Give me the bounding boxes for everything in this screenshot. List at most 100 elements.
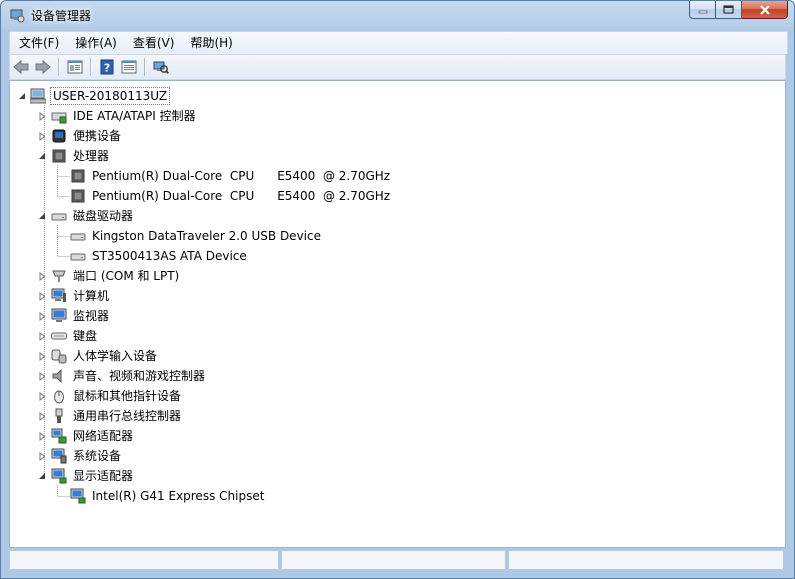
device-disk-2[interactable]: ST3500413AS ATA Device [70, 247, 249, 265]
category-portable-devices[interactable]: 便携设备 [51, 127, 123, 145]
help-icon: ? [100, 59, 114, 75]
category-mice[interactable]: 鼠标和其他指针设备 [51, 387, 183, 405]
toolbar-separator [90, 58, 92, 76]
device-disk-1[interactable]: Kingston DataTraveler 2.0 USB Device [70, 227, 323, 245]
port-icon [52, 270, 66, 282]
maximize-button[interactable] [716, 1, 742, 19]
device-tree[interactable]: USER-20180113UZ IDE ATA/ATAPI 控制器 便携设备 处… [9, 80, 786, 548]
tree-root[interactable]: USER-20180113UZ [30, 87, 171, 105]
menu-bar: 文件(F) 操作(A) 查看(V) 帮助(H) [9, 31, 788, 54]
category-disk-drives[interactable]: 磁盘驱动器 [51, 207, 135, 225]
back-button[interactable] [10, 56, 32, 78]
processor-icon [52, 149, 66, 163]
expand-arrow-icon[interactable] [38, 112, 47, 121]
category-label: 声音、视频和游戏控制器 [73, 369, 206, 383]
status-pane [508, 550, 784, 570]
device-processor-1[interactable]: Pentium(R) Dual-Core CPU E5400 @ 2.70GHz [70, 167, 392, 185]
title-bar[interactable]: 设备管理器 [1, 1, 794, 29]
menu-view[interactable]: 查看(V) [124, 33, 182, 53]
disk-drive-icon [70, 233, 86, 241]
view-button[interactable] [118, 56, 140, 78]
device-label: Pentium(R) Dual-Core CPU E5400 @ 2.70GHz [92, 169, 391, 183]
expand-arrow-icon[interactable] [38, 312, 47, 321]
category-label: 通用串行总线控制器 [73, 409, 182, 423]
category-label: 计算机 [73, 289, 110, 303]
expand-arrow-icon[interactable] [38, 392, 47, 401]
back-icon [13, 59, 29, 75]
category-system-devices[interactable]: 系统设备 [51, 447, 123, 465]
forward-button[interactable] [32, 56, 54, 78]
device-processor-2[interactable]: Pentium(R) Dual-Core CPU E5400 @ 2.70GHz [70, 187, 392, 205]
root-expander-icon[interactable] [18, 92, 27, 101]
device-display-adapter-1[interactable]: Intel(R) G41 Express Chipset [70, 487, 266, 505]
network-adapter-icon [51, 428, 67, 444]
device-manager-window: 设备管理器 文件(F) 操作(A) 查看(V) 帮助(H) ? USER-201… [0, 0, 795, 579]
close-icon [759, 4, 770, 15]
help-button[interactable]: ? [96, 56, 118, 78]
category-label: 人体学输入设备 [73, 349, 158, 363]
mouse-icon [54, 390, 64, 404]
view-icon [121, 60, 137, 74]
processor-icon [71, 189, 85, 203]
minimize-icon [698, 10, 707, 13]
expand-arrow-icon[interactable] [38, 292, 47, 301]
expand-arrow-icon[interactable] [38, 132, 47, 141]
category-network-adapters[interactable]: 网络适配器 [51, 427, 135, 445]
category-label: 键盘 [73, 329, 98, 343]
expand-arrow-icon[interactable] [38, 452, 47, 461]
expand-arrow-icon[interactable] [38, 412, 47, 421]
scan-hardware-button[interactable] [150, 56, 172, 78]
system-device-icon [51, 448, 67, 464]
toolbar: ? [9, 54, 786, 80]
category-ide-controllers[interactable]: IDE ATA/ATAPI 控制器 [51, 107, 198, 125]
category-hid[interactable]: 人体学输入设备 [51, 347, 159, 365]
category-monitors[interactable]: 监视器 [51, 307, 111, 325]
close-button[interactable] [742, 1, 788, 19]
category-label: 处理器 [73, 149, 110, 163]
disk-drive-icon [70, 253, 86, 261]
properties-icon [67, 60, 83, 74]
toolbar-separator [58, 58, 60, 76]
sound-icon [52, 368, 62, 384]
category-label: 鼠标和其他指针设备 [73, 389, 182, 403]
category-label: 端口 (COM 和 LPT) [73, 269, 180, 283]
collapse-arrow-icon[interactable] [38, 152, 47, 161]
collapse-arrow-icon[interactable] [38, 472, 47, 481]
expand-arrow-icon[interactable] [38, 332, 47, 341]
monitor-icon [51, 308, 67, 322]
hid-icon [51, 349, 67, 364]
category-sound-video-game[interactable]: 声音、视频和游戏控制器 [51, 367, 207, 385]
expand-arrow-icon[interactable] [38, 272, 47, 281]
window-title: 设备管理器 [31, 9, 92, 23]
disk-drive-icon [51, 213, 67, 221]
category-label: 网络适配器 [73, 429, 134, 443]
maximize-icon [723, 5, 734, 14]
menu-help[interactable]: 帮助(H) [181, 33, 239, 53]
category-label: IDE ATA/ATAPI 控制器 [73, 109, 196, 123]
device-label: Intel(R) G41 Express Chipset [92, 489, 265, 503]
category-label: 磁盘驱动器 [73, 209, 134, 223]
ide-controller-icon [51, 112, 67, 124]
display-adapter-icon [51, 468, 67, 484]
forward-icon [35, 59, 51, 75]
category-processors[interactable]: 处理器 [51, 147, 111, 165]
menu-action[interactable]: 操作(A) [66, 33, 124, 53]
category-computer[interactable]: 计算机 [51, 287, 111, 305]
collapse-arrow-icon[interactable] [38, 212, 47, 221]
device-label: Kingston DataTraveler 2.0 USB Device [92, 229, 321, 243]
expand-arrow-icon[interactable] [38, 432, 47, 441]
menu-file[interactable]: 文件(F) [10, 33, 66, 53]
category-display-adapters[interactable]: 显示适配器 [51, 467, 135, 485]
computer-icon [51, 288, 66, 302]
expand-arrow-icon[interactable] [38, 372, 47, 381]
category-ports[interactable]: 端口 (COM 和 LPT) [51, 267, 181, 285]
category-usb-controllers[interactable]: 通用串行总线控制器 [51, 407, 183, 425]
expand-arrow-icon[interactable] [38, 352, 47, 361]
status-pane [281, 550, 506, 570]
portable-device-icon [52, 129, 66, 143]
category-keyboards[interactable]: 键盘 [51, 327, 99, 345]
status-pane [9, 550, 279, 570]
device-label: Pentium(R) Dual-Core CPU E5400 @ 2.70GHz [92, 189, 391, 203]
minimize-button[interactable] [689, 1, 716, 19]
properties-button[interactable] [64, 56, 86, 78]
